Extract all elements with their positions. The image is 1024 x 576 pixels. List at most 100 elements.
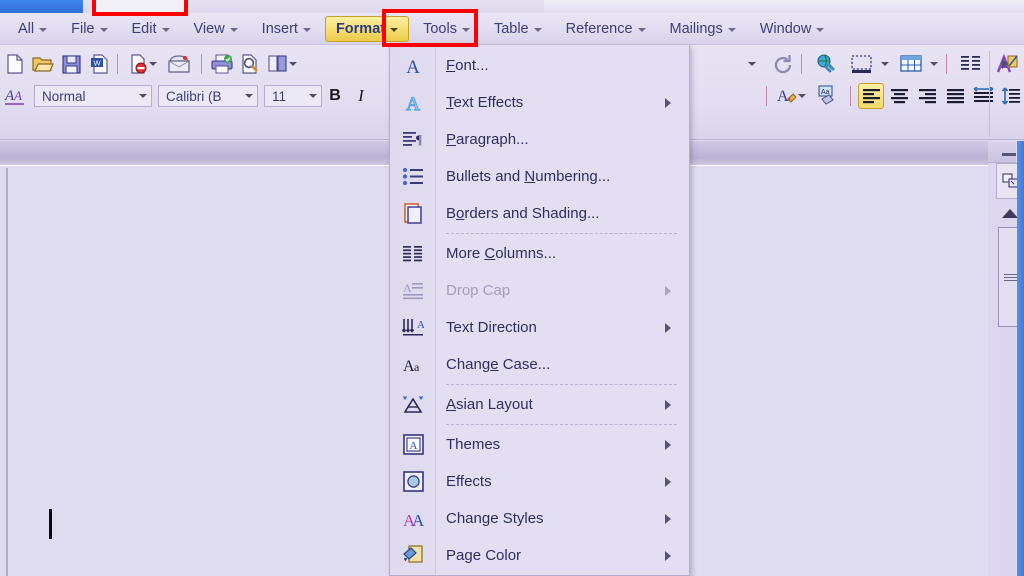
align-right-icon[interactable] (914, 83, 940, 109)
menu-option-label: Themes (446, 436, 501, 453)
menu-option-label: Text Effects (446, 94, 524, 111)
svg-text:A: A (409, 440, 417, 452)
bookmark-icon[interactable] (265, 51, 291, 77)
align-center-icon[interactable] (886, 83, 912, 109)
submenu-arrow-icon (665, 97, 671, 108)
menu-option-bullets-and-numbering[interactable]: Bullets and Numbering... (390, 158, 689, 195)
menu-option-text-direction[interactable]: A Text Direction (390, 309, 689, 346)
columns-icon (390, 235, 436, 272)
change-styles-icon: AA (390, 500, 436, 537)
align-left-icon[interactable] (858, 83, 884, 109)
font-size-value: 11 (272, 88, 287, 104)
menu-item-file[interactable]: File (61, 16, 117, 42)
menu-item-mailings[interactable]: Mailings (660, 16, 746, 42)
submenu-arrow-icon (665, 476, 671, 487)
font-combo[interactable]: Calibri (B (158, 85, 258, 107)
menu-option-change-case[interactable]: Aa Change Case... (390, 346, 689, 383)
chevron-down-icon[interactable] (798, 94, 806, 98)
menu-option-page-color[interactable]: Page Color (390, 537, 689, 574)
submenu-arrow-icon (665, 322, 671, 333)
menu-option-label: Text Direction (446, 319, 537, 336)
print-preview-icon[interactable] (237, 51, 263, 77)
open-folder-icon[interactable] (30, 51, 56, 77)
chevron-down-icon[interactable] (149, 62, 157, 66)
italic-button[interactable]: I (348, 86, 374, 106)
chevron-down-icon (637, 27, 646, 32)
menu-option-asian-layout[interactable]: Asian Layout (390, 386, 689, 423)
email-icon[interactable] (162, 51, 196, 77)
new-document-icon[interactable] (2, 51, 28, 77)
word-document-icon[interactable]: W (86, 51, 112, 77)
menu-option-label: Effects (446, 473, 492, 490)
insert-hyperlink-icon[interactable] (809, 51, 843, 77)
menu-item-format[interactable]: Format (324, 15, 410, 42)
chevron-down-icon[interactable] (289, 62, 297, 66)
font-size-combo[interactable]: 11 (264, 85, 322, 107)
title-bar-right (544, 0, 1024, 13)
menu-separator (446, 384, 677, 385)
distribute-icon[interactable] (970, 83, 996, 109)
menu-item-all[interactable]: All (8, 16, 57, 42)
menu-option-label: Change Styles (446, 510, 544, 527)
chevron-down-icon[interactable] (309, 94, 317, 98)
toolbar-separator (201, 54, 202, 74)
menu-item-view[interactable]: View (184, 16, 248, 42)
chevron-down-icon[interactable] (139, 94, 147, 98)
menu-item-insert[interactable]: Insert (252, 16, 321, 42)
chevron-down-icon (39, 27, 48, 32)
asian-layout-icon (390, 386, 436, 423)
menu-option-more-columns[interactable]: More Columns... (390, 235, 689, 272)
svg-text:a: a (414, 360, 420, 374)
application-window: All File Edit View Insert Format Tools Table Ref… (0, 0, 1024, 576)
window-edge-accent (1017, 141, 1024, 576)
split-handle-icon[interactable] (1002, 153, 1016, 156)
menu-item-tools[interactable]: Tools (413, 16, 480, 42)
menu-item-edit[interactable]: Edit (122, 16, 180, 42)
svg-text:A: A (417, 319, 424, 331)
menu-option-borders-and-shading[interactable]: Borders and Shading... (390, 195, 689, 232)
chevron-down-icon[interactable] (881, 62, 889, 66)
menu-option-drop-cap: A Drop Cap (390, 272, 689, 309)
menu-option-font[interactable]: A Font... (390, 47, 689, 84)
menu-option-label: More Columns... (446, 245, 557, 262)
svg-text:W: W (93, 59, 101, 68)
close-document-icon[interactable] (125, 51, 151, 77)
toolbar-overflow-icon[interactable] (1002, 59, 1008, 69)
menu-option-themes[interactable]: A Themes (390, 426, 689, 463)
insert-shape-icon[interactable] (845, 51, 879, 77)
menu-option-text-effects[interactable]: A Text Effects (390, 84, 689, 121)
menu-option-change-styles[interactable]: A A Change Styles (390, 500, 689, 537)
change-case-icon[interactable]: AA (2, 83, 28, 109)
page-color-icon (390, 537, 436, 574)
justify-icon[interactable] (942, 83, 968, 109)
menu-item-table[interactable]: Table (484, 16, 552, 42)
save-icon[interactable] (58, 51, 84, 77)
svg-text:A: A (406, 57, 420, 77)
menu-option-paragraph[interactable]: ¶ Paragraph... (390, 121, 689, 158)
menu-item-window[interactable]: Window (750, 16, 835, 42)
columns-icon[interactable] (954, 51, 988, 77)
style-combo[interactable]: Normal (34, 85, 152, 107)
insert-table-icon[interactable] (894, 51, 928, 77)
chevron-down-icon[interactable] (930, 62, 938, 66)
menu-option-label: Bullets and Numbering... (446, 168, 611, 185)
redo-icon[interactable] (770, 51, 796, 77)
menu-option-label: Paragraph... (446, 131, 529, 148)
toolbar-separator (801, 54, 802, 74)
menu-item-reference[interactable]: Reference (556, 16, 656, 42)
print-icon[interactable] (209, 51, 235, 77)
highlight-icon[interactable]: Aa (811, 83, 845, 109)
bold-button[interactable]: B (322, 87, 348, 105)
line-spacing-icon[interactable] (998, 83, 1024, 109)
menu-option-effects[interactable]: Effects (390, 463, 689, 500)
svg-text:A: A (13, 88, 22, 103)
chevron-down-icon[interactable] (245, 94, 253, 98)
submenu-arrow-icon (665, 439, 671, 450)
menu-option-label: Change Case... (446, 356, 551, 373)
chevron-down-icon (390, 27, 399, 32)
chevron-down-icon[interactable] (748, 62, 756, 66)
format-painter-icon[interactable]: A (774, 83, 800, 109)
chevron-down-icon (816, 27, 825, 32)
effects-icon (390, 463, 436, 500)
style-combo-value: Normal (42, 88, 86, 104)
